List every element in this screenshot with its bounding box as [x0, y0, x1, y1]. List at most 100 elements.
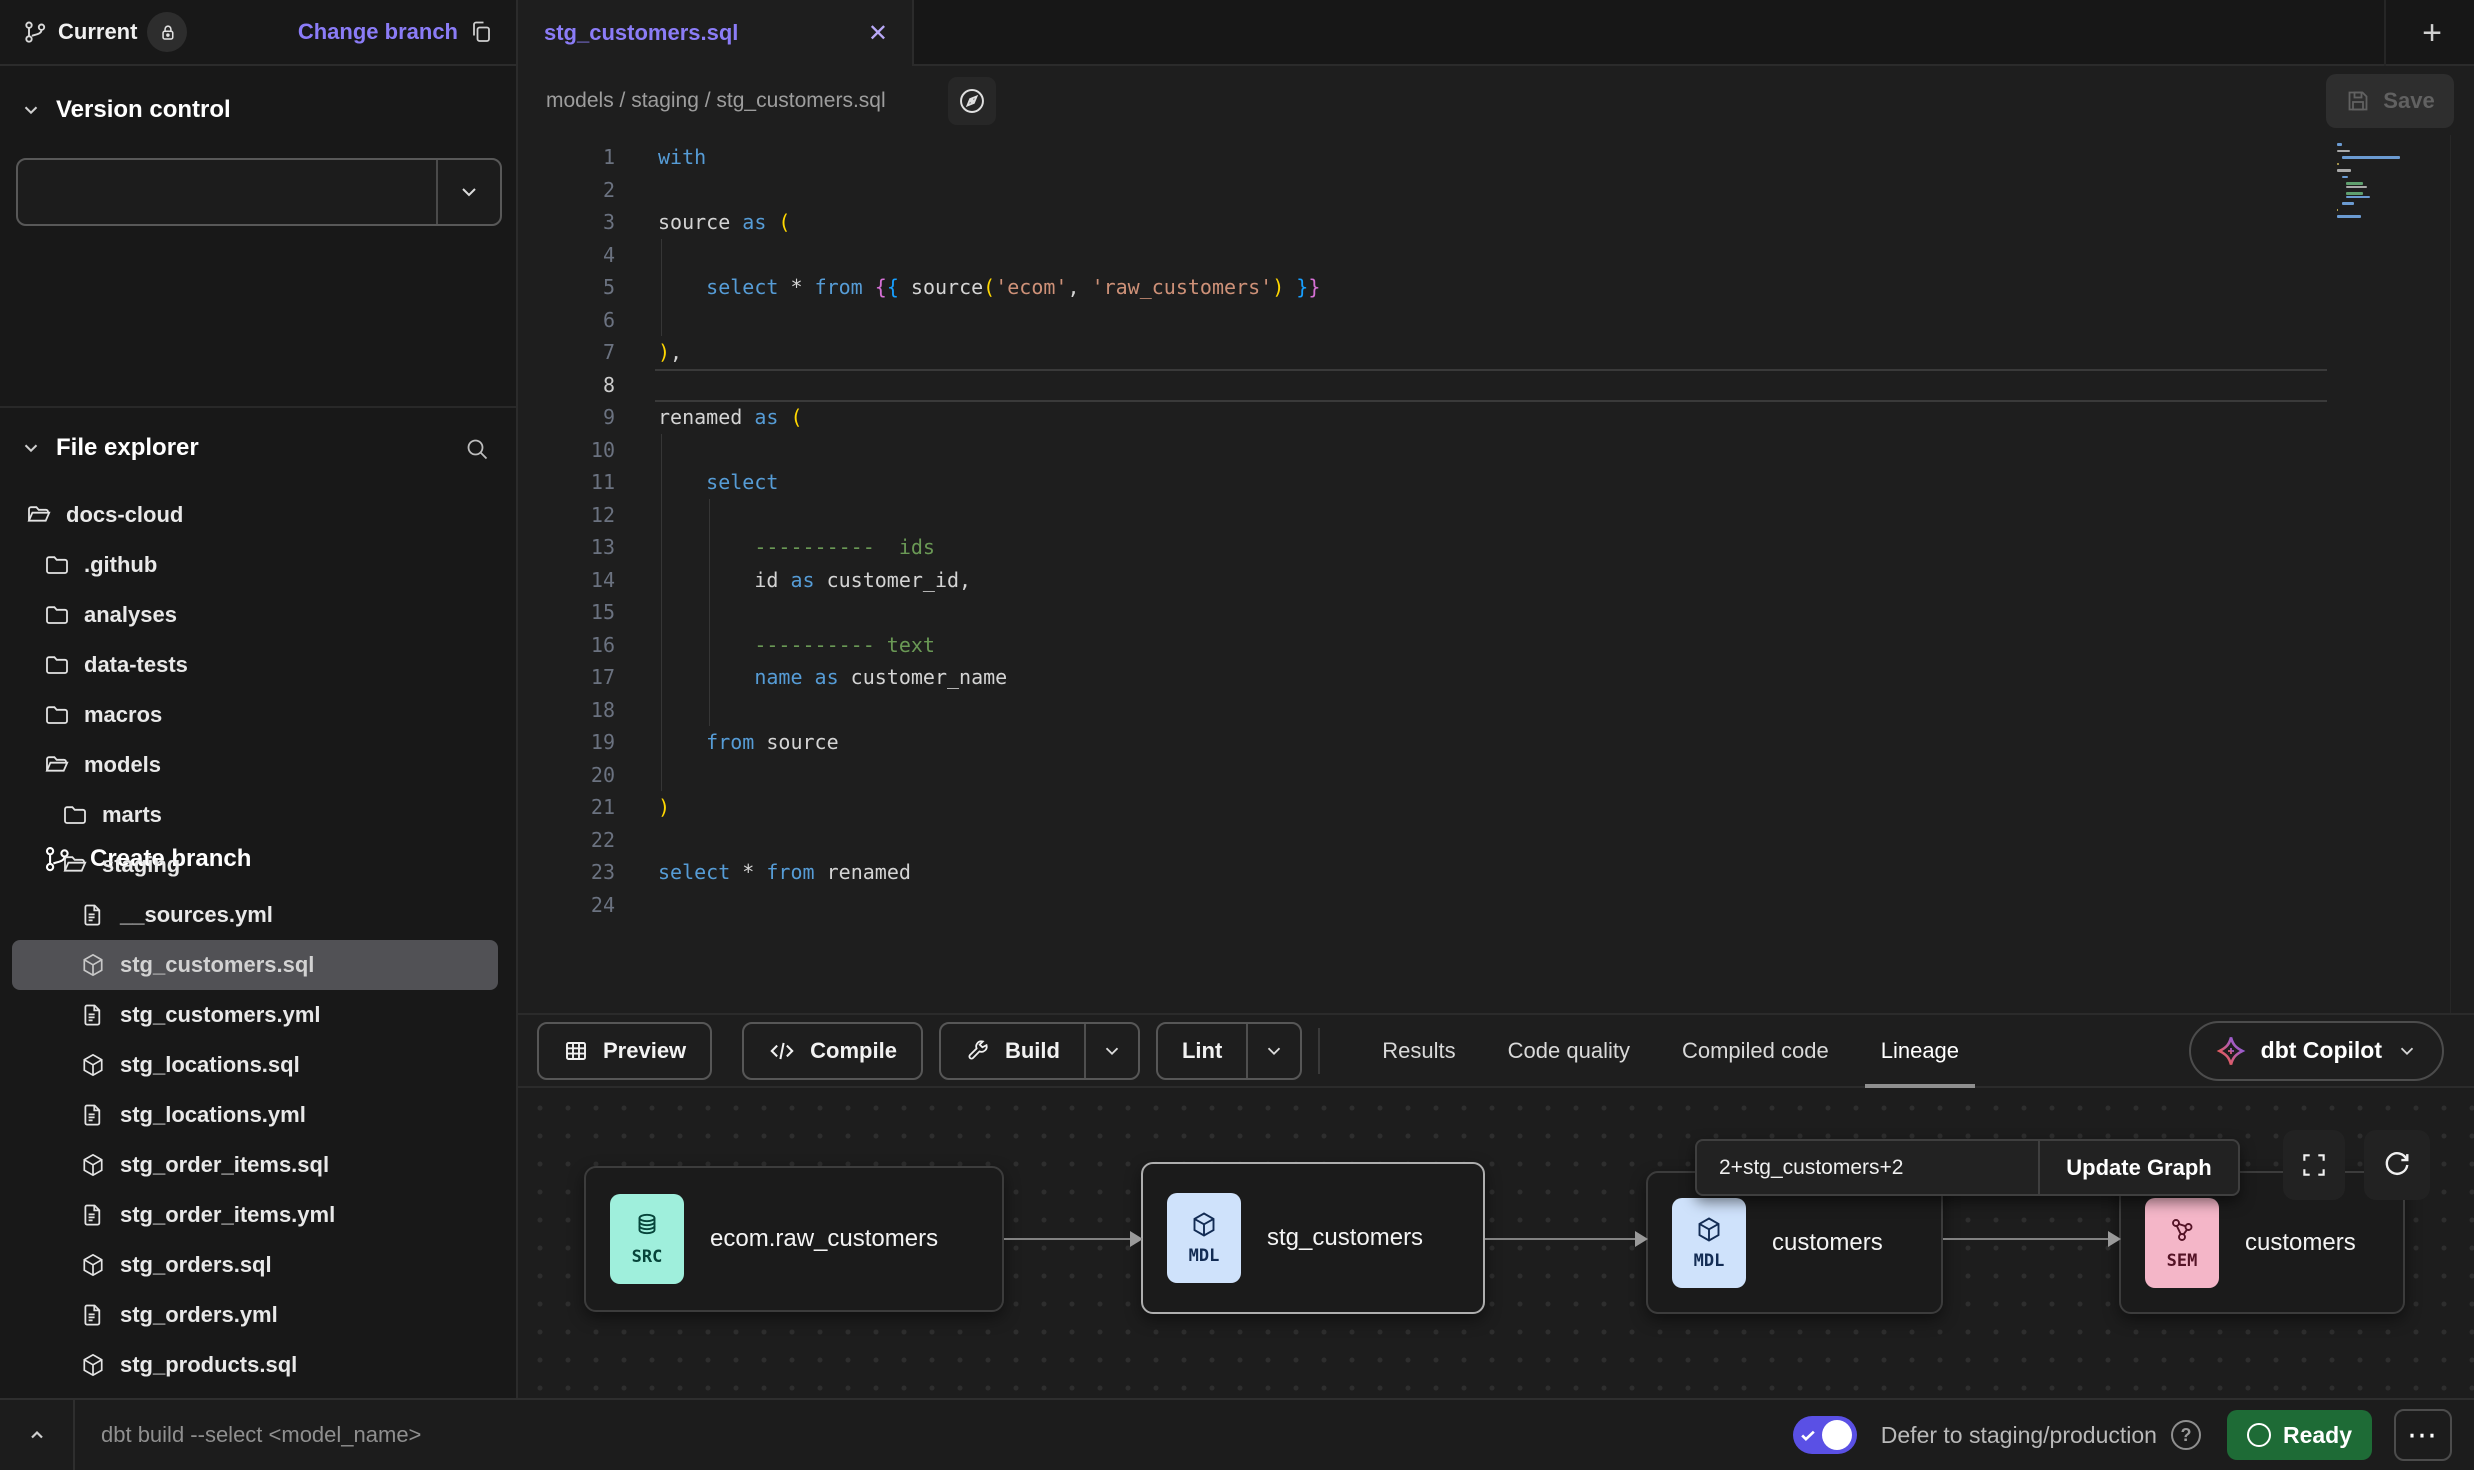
build-dropdown[interactable]	[1086, 1024, 1138, 1078]
code-line-8[interactable]	[658, 369, 1320, 402]
tree-item-stg-customers-sql[interactable]: stg_customers.sql	[12, 940, 498, 990]
tree-item-stg-order-items-sql[interactable]: stg_order_items.sql	[12, 1140, 498, 1190]
sem-badge: SEM	[2145, 1198, 2219, 1288]
help-icon[interactable]: ?	[2171, 1420, 2201, 1450]
tab-results[interactable]: Results	[1356, 1015, 1481, 1086]
tab-bar: stg_customers.sql ✕ +	[518, 0, 2474, 66]
dbt-copilot-button[interactable]: dbt Copilot	[2189, 1021, 2444, 1081]
code-line-23[interactable]: select * from renamed	[658, 856, 1320, 889]
tree-item-stg-customers-yml[interactable]: stg_customers.yml	[12, 990, 498, 1040]
code-content[interactable]: with source as ( select * from {{ source(…	[658, 141, 1320, 921]
tree-item-models[interactable]: models	[12, 740, 498, 790]
tree-item-label: stg_customers.sql	[120, 952, 314, 978]
lint-dropdown[interactable]	[1248, 1024, 1300, 1078]
explore-lineage-button[interactable]	[948, 77, 996, 125]
file-explorer-header[interactable]: File explorer	[0, 422, 516, 474]
model-icon	[80, 1152, 106, 1178]
lineage-edge	[1943, 1238, 2119, 1240]
compile-button[interactable]: Compile	[742, 1022, 923, 1080]
update-graph-button[interactable]: Update Graph	[2040, 1141, 2238, 1194]
code-line-15[interactable]	[658, 596, 1320, 629]
refresh-button[interactable]	[2364, 1130, 2430, 1200]
code-line-14[interactable]: id as customer_id,	[658, 564, 1320, 597]
lineage-node-ecom-raw-customers[interactable]: SRCecom.raw_customers	[584, 1166, 1004, 1312]
code-line-4[interactable]	[658, 239, 1320, 272]
code-line-3[interactable]: source as (	[658, 206, 1320, 239]
tab-lineage[interactable]: Lineage	[1855, 1015, 1985, 1086]
code-line-22[interactable]	[658, 824, 1320, 857]
code-line-1[interactable]: with	[658, 141, 1320, 174]
save-button[interactable]: Save	[2326, 74, 2454, 128]
tree-item-stg-locations-yml[interactable]: stg_locations.yml	[12, 1090, 498, 1140]
tree-item-stg-products-sql[interactable]: stg_products.sql	[12, 1340, 498, 1390]
tree-item-macros[interactable]: macros	[12, 690, 498, 740]
tree-item-stg-orders-yml[interactable]: stg_orders.yml	[12, 1290, 498, 1340]
graph-icon	[2167, 1215, 2197, 1245]
command-input[interactable]: dbt build --select <model_name>	[101, 1422, 1793, 1448]
line-number: 19	[518, 726, 615, 759]
file-icon	[80, 1202, 106, 1228]
branch-lock-badge	[147, 12, 187, 52]
folder-icon	[44, 552, 70, 578]
version-control-header[interactable]: Version control	[0, 84, 516, 136]
tree-item--sources-yml[interactable]: __sources.yml	[12, 890, 498, 940]
tree-item--github[interactable]: .github	[12, 540, 498, 590]
preview-button[interactable]: Preview	[537, 1022, 712, 1080]
search-icon[interactable]	[464, 435, 490, 461]
line-number-gutter: 123456789101112131415161718192021222324	[518, 141, 615, 921]
code-line-9[interactable]: renamed as (	[658, 401, 1320, 434]
copy-icon[interactable]	[468, 19, 494, 45]
code-line-11[interactable]: select	[658, 466, 1320, 499]
create-branch-button[interactable]: Create branch	[16, 158, 502, 226]
tree-item-analyses[interactable]: analyses	[12, 590, 498, 640]
chevron-up-icon	[25, 1423, 49, 1447]
tab-code-quality[interactable]: Code quality	[1482, 1015, 1656, 1086]
chevron-down-icon	[20, 437, 42, 459]
close-icon[interactable]: ✕	[868, 19, 888, 48]
more-options-button[interactable]: ⋯	[2394, 1409, 2452, 1461]
lint-button[interactable]: Lint	[1156, 1022, 1302, 1080]
editor-tab-stg-customers[interactable]: stg_customers.sql ✕	[518, 0, 914, 66]
tree-item-stg-locations-sql[interactable]: stg_locations.sql	[12, 1040, 498, 1090]
code-line-16[interactable]: ---------- text	[658, 629, 1320, 662]
code-line-7[interactable]: ),	[658, 336, 1320, 369]
code-line-20[interactable]	[658, 759, 1320, 792]
wrench-icon	[965, 1038, 991, 1064]
lineage-selector-input[interactable]: 2+stg_customers+2	[1697, 1141, 2038, 1194]
lineage-node-stg-customers[interactable]: MDLstg_customers	[1141, 1162, 1485, 1314]
compile-label: Compile	[810, 1038, 897, 1064]
code-editor[interactable]: 123456789101112131415161718192021222324 …	[518, 135, 2474, 1013]
tree-item-stg-orders-sql[interactable]: stg_orders.sql	[12, 1240, 498, 1290]
code-line-19[interactable]: from source	[658, 726, 1320, 759]
tree-item-staging[interactable]: staging	[12, 840, 498, 890]
code-line-12[interactable]	[658, 499, 1320, 532]
expand-command-bar-button[interactable]	[0, 1400, 75, 1470]
code-line-24[interactable]	[658, 889, 1320, 922]
code-line-2[interactable]	[658, 174, 1320, 207]
code-line-17[interactable]: name as customer_name	[658, 661, 1320, 694]
create-branch-dropdown[interactable]	[438, 160, 500, 224]
defer-toggle[interactable]	[1793, 1416, 1857, 1454]
change-branch-link[interactable]: Change branch	[298, 19, 458, 45]
save-label: Save	[2383, 88, 2434, 114]
tree-item-docs-cloud[interactable]: docs-cloud	[12, 490, 498, 540]
line-number: 18	[518, 694, 615, 727]
copilot-sparkle-icon	[2215, 1035, 2247, 1067]
code-line-5[interactable]: select * from {{ source('ecom', 'raw_cus…	[658, 271, 1320, 304]
minimap[interactable]	[2337, 143, 2449, 222]
fullscreen-button[interactable]	[2283, 1130, 2345, 1200]
tree-item-marts[interactable]: marts	[12, 790, 498, 840]
new-tab-button[interactable]: +	[2404, 8, 2460, 58]
build-button[interactable]: Build	[939, 1022, 1140, 1080]
build-label: Build	[1005, 1038, 1060, 1064]
tree-item-stg-order-items-yml[interactable]: stg_order_items.yml	[12, 1190, 498, 1240]
tree-item-data-tests[interactable]: data-tests	[12, 640, 498, 690]
code-line-21[interactable]: )	[658, 791, 1320, 824]
tree-item-label: staging	[102, 852, 180, 878]
save-icon	[2345, 88, 2371, 114]
code-line-10[interactable]	[658, 434, 1320, 467]
code-line-6[interactable]	[658, 304, 1320, 337]
code-line-13[interactable]: ---------- ids	[658, 531, 1320, 564]
code-line-18[interactable]	[658, 694, 1320, 727]
tab-compiled-code[interactable]: Compiled code	[1656, 1015, 1855, 1086]
